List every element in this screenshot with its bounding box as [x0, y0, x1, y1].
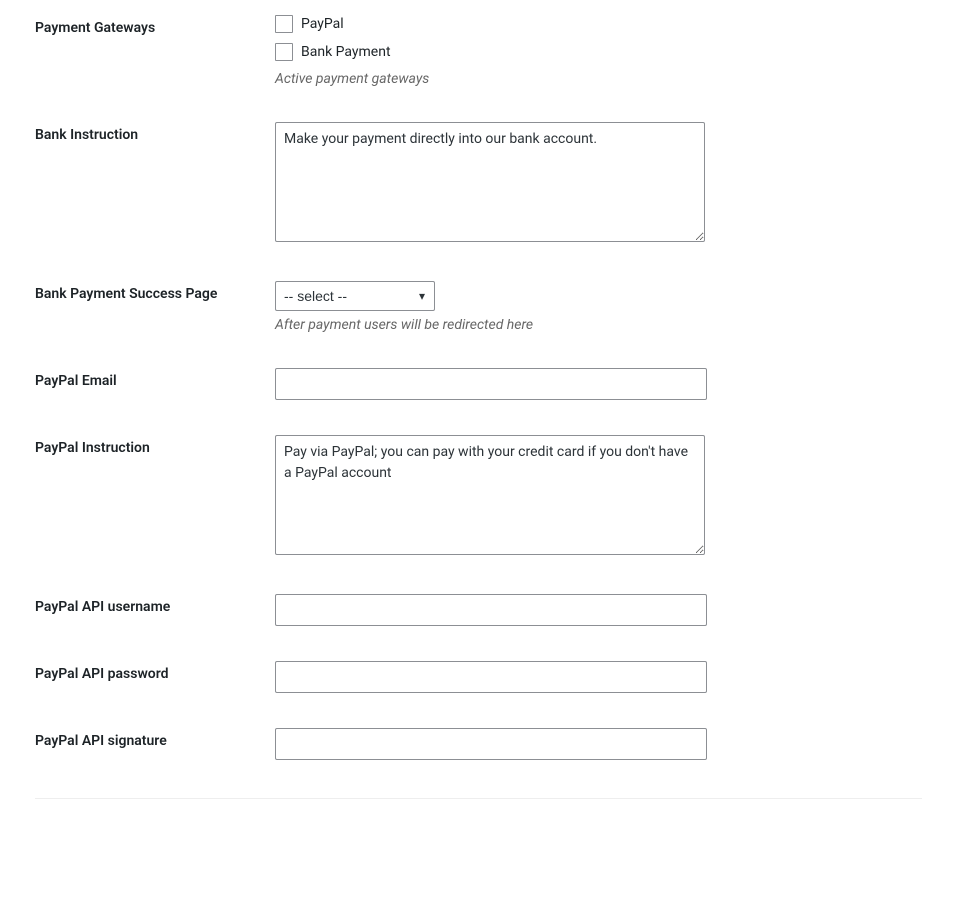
textarea-bank-instruction[interactable]	[275, 122, 705, 242]
checkbox-bank-payment[interactable]	[275, 43, 293, 61]
label-paypal-instruction: PayPal Instruction	[0, 420, 275, 579]
textarea-paypal-instruction[interactable]	[275, 435, 705, 555]
label-paypal-api-signature: PayPal API signature	[0, 713, 275, 780]
label-bank-success-page: Bank Payment Success Page	[0, 266, 275, 353]
checkbox-label-bank[interactable]: Bank Payment	[301, 44, 391, 60]
input-paypal-api-password[interactable]	[275, 661, 707, 693]
label-paypal-api-password: PayPal API password	[0, 646, 275, 713]
settings-form-table: Payment Gateways PayPal Bank Payment Act…	[0, 0, 957, 780]
section-divider	[35, 798, 922, 799]
select-bank-success-page[interactable]: -- select --	[275, 281, 435, 311]
label-paypal-email: PayPal Email	[0, 353, 275, 420]
gateways-description: Active payment gateways	[275, 71, 947, 87]
checkbox-paypal[interactable]	[275, 15, 293, 33]
input-paypal-api-signature[interactable]	[275, 728, 707, 760]
input-paypal-api-username[interactable]	[275, 594, 707, 626]
input-paypal-email[interactable]	[275, 368, 707, 400]
label-bank-instruction: Bank Instruction	[0, 107, 275, 266]
label-paypal-api-username: PayPal API username	[0, 579, 275, 646]
bank-success-description: After payment users will be redirected h…	[275, 317, 947, 333]
label-payment-gateways: Payment Gateways	[0, 0, 275, 107]
checkbox-label-paypal[interactable]: PayPal	[301, 16, 344, 32]
